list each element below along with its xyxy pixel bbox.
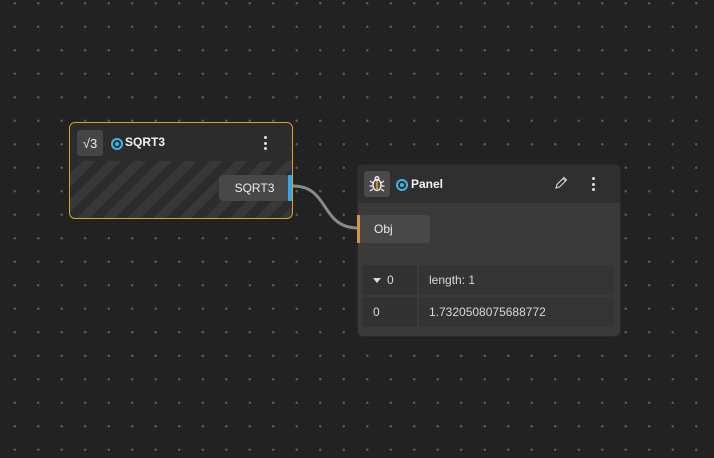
- input-port[interactable]: Obj: [357, 215, 430, 243]
- input-port-label: Obj: [374, 222, 393, 236]
- sqrt-icon: √3: [77, 130, 103, 156]
- sqrt3-node[interactable]: √3 SQRT3 SQRT3: [69, 122, 293, 219]
- table-row[interactable]: 0 1.7320508075688772: [363, 297, 614, 327]
- output-port-label: SQRT3: [234, 181, 275, 195]
- node-title: SQRT3: [125, 135, 166, 149]
- output-port[interactable]: SQRT3: [219, 175, 292, 201]
- input-port-handle[interactable]: [357, 215, 360, 243]
- panel-data-table: 0 length: 1 0 1.7320508075688772: [363, 265, 614, 329]
- more-options-icon[interactable]: [587, 175, 599, 193]
- row-value: 1.7320508075688772: [429, 305, 546, 319]
- row-value-cell: length: 1: [419, 265, 614, 295]
- row-value: length: 1: [429, 273, 476, 287]
- status-dot-icon: [396, 179, 408, 191]
- node-header[interactable]: √3 SQRT3: [70, 123, 292, 161]
- edit-icon[interactable]: [553, 175, 569, 191]
- row-key: 0: [373, 305, 380, 319]
- more-options-icon[interactable]: [259, 134, 271, 152]
- node-title: Panel: [411, 177, 444, 191]
- node-header[interactable]: Panel: [358, 165, 620, 203]
- table-row[interactable]: 0 length: 1: [363, 265, 614, 295]
- row-key-cell: 0: [363, 297, 417, 327]
- row-key: 0: [387, 273, 394, 287]
- output-port-handle[interactable]: [288, 175, 292, 201]
- row-key-cell[interactable]: 0: [363, 265, 417, 295]
- panel-node[interactable]: Panel Obj 0 length: 1 0 1.73205080756887…: [357, 164, 621, 337]
- chevron-down-icon[interactable]: [373, 277, 381, 283]
- bug-icon: [364, 171, 390, 197]
- status-dot-icon: [111, 138, 123, 150]
- row-value-cell: 1.7320508075688772: [419, 297, 614, 327]
